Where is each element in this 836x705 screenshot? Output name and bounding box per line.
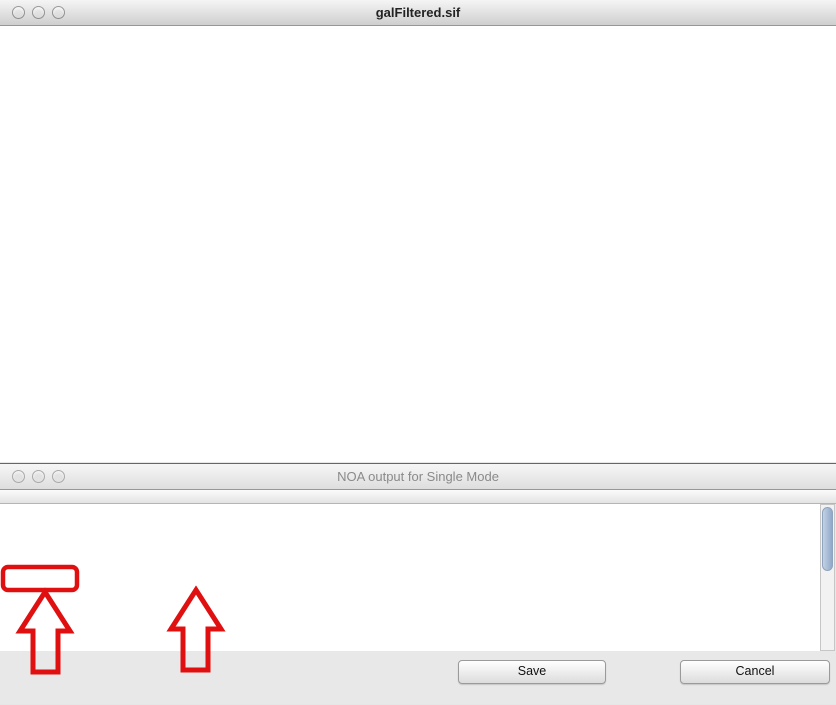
network-window-titlebar[interactable]: galFiltered.sif — [0, 0, 836, 26]
zoom-button[interactable] — [52, 6, 65, 19]
minimize-button[interactable] — [32, 470, 45, 483]
minimize-button[interactable] — [32, 6, 45, 19]
close-button[interactable] — [12, 470, 25, 483]
network-window: galFiltered.sif — [0, 0, 836, 462]
scrollbar-thumb[interactable] — [822, 507, 833, 571]
cancel-button[interactable]: Cancel — [680, 660, 830, 684]
network-window-title: galFiltered.sif — [0, 0, 836, 25]
results-table — [0, 504, 820, 651]
zoom-button[interactable] — [52, 470, 65, 483]
network-canvas[interactable] — [0, 0, 836, 462]
noa-window-titlebar[interactable]: NOA output for Single Mode — [0, 464, 836, 490]
noa-output-window: NOA output for Single Mode Save Cancel — [0, 463, 836, 704]
table-header-row — [0, 489, 836, 504]
close-button[interactable] — [12, 6, 25, 19]
save-button[interactable]: Save — [458, 660, 606, 684]
noa-window-title: NOA output for Single Mode — [0, 464, 836, 489]
table-scrollbar[interactable] — [820, 504, 835, 651]
